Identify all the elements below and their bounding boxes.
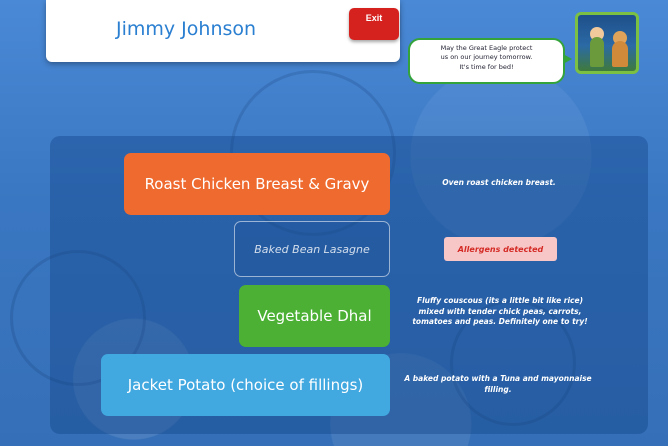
character-dog-body [612, 41, 628, 67]
user-name-card: Jimmy Johnson [46, 0, 400, 62]
character-boy-body [590, 37, 604, 67]
meal-label: Jacket Potato (choice of fillings) [127, 376, 364, 394]
exit-button[interactable]: Exit [349, 8, 399, 40]
speech-line: May the Great Eagle protect [440, 44, 533, 52]
meal-option-jacket-potato[interactable]: Jacket Potato (choice of fillings) [101, 354, 390, 416]
speech-line: us on our journey tomorrow. [440, 53, 533, 62]
meal-description: Fluffy couscous (its a little bit like r… [412, 296, 588, 326]
speech-bubble: May the Great Eagle protect us on our jo… [408, 38, 572, 84]
meal-label: Vegetable Dhal [257, 307, 372, 325]
meal-description: Oven roast chicken breast. [442, 178, 556, 187]
character-portrait-icon [575, 12, 639, 74]
speech-line: It's time for bed! [459, 62, 514, 71]
user-name: Jimmy Johnson [116, 18, 257, 40]
meal-label: Baked Bean Lasagne [254, 242, 370, 256]
allergen-badge: Allergens detected [444, 237, 557, 261]
meal-description: A baked potato with a Tuna and mayonnais… [404, 374, 592, 394]
meal-option-bean-lasagne: Baked Bean Lasagne [234, 221, 390, 277]
meal-option-vegetable-dhal[interactable]: Vegetable Dhal [239, 285, 390, 347]
meal-label: Roast Chicken Breast & Gravy [144, 175, 370, 193]
meal-option-roast-chicken[interactable]: Roast Chicken Breast & Gravy [124, 153, 390, 215]
